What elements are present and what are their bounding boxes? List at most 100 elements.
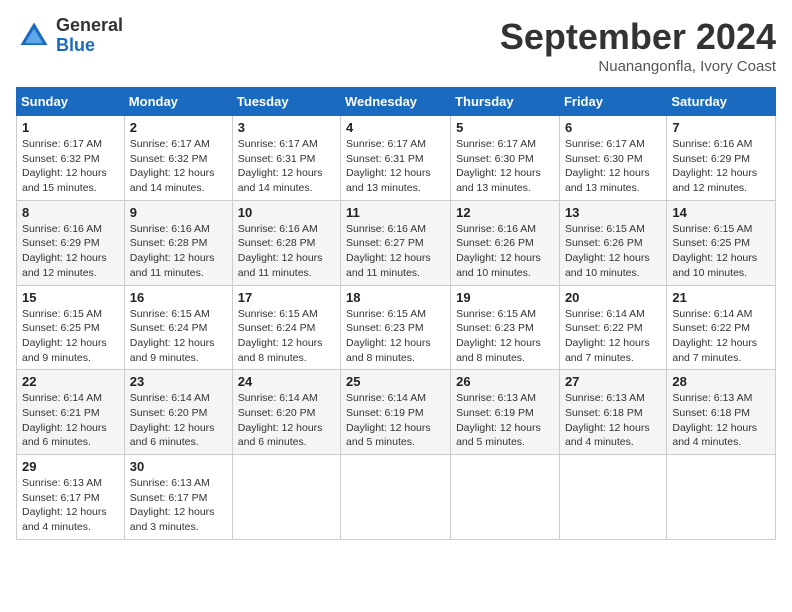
calendar-cell: 15Sunrise: 6:15 AMSunset: 6:25 PMDayligh… <box>17 285 125 370</box>
calendar-week-row: 1 Sunrise: 6:17 AMSunset: 6:32 PMDaylight… <box>17 116 776 201</box>
calendar-cell <box>559 455 666 540</box>
day-info: Sunrise: 6:13 AMSunset: 6:17 PMDaylight:… <box>130 476 227 535</box>
calendar-cell: 7Sunrise: 6:16 AMSunset: 6:29 PMDaylight… <box>667 116 776 201</box>
day-number: 11 <box>346 205 445 220</box>
calendar-cell: 21 Sunrise: 6:14 AMSunset: 6:22 PMDayligh… <box>667 285 776 370</box>
calendar-table: SundayMondayTuesdayWednesdayThursdayFrid… <box>16 87 776 540</box>
calendar-header-saturday: Saturday <box>667 88 776 116</box>
calendar-cell: 10 Sunrise: 6:16 AMSunset: 6:28 PMDayligh… <box>232 200 340 285</box>
calendar-cell: 17 Sunrise: 6:15 AMSunset: 6:24 PMDayligh… <box>232 285 340 370</box>
calendar-cell: 2 Sunrise: 6:17 AMSunset: 6:32 PMDaylight… <box>124 116 232 201</box>
location: Nuanangonfla, Ivory Coast <box>500 58 776 75</box>
calendar-header-sunday: Sunday <box>17 88 125 116</box>
day-number: 18 <box>346 290 445 305</box>
day-info: Sunrise: 6:17 AMSunset: 6:30 PMDaylight:… <box>565 137 661 196</box>
day-number: 28 <box>672 374 770 389</box>
calendar-cell: 20 Sunrise: 6:14 AMSunset: 6:22 PMDayligh… <box>559 285 666 370</box>
calendar-cell: 5Sunrise: 6:17 AMSunset: 6:30 PMDaylight… <box>451 116 560 201</box>
calendar-cell: 1 Sunrise: 6:17 AMSunset: 6:32 PMDaylight… <box>17 116 125 201</box>
day-info: Sunrise: 6:16 AMSunset: 6:29 PMDaylight:… <box>672 137 770 196</box>
day-number: 9 <box>130 205 227 220</box>
calendar-cell <box>232 455 340 540</box>
day-number: 22 <box>22 374 119 389</box>
calendar-header-monday: Monday <box>124 88 232 116</box>
calendar-cell: 19 Sunrise: 6:15 AMSunset: 6:23 PMDayligh… <box>451 285 560 370</box>
day-info: Sunrise: 6:15 AMSunset: 6:23 PMDaylight:… <box>346 307 445 366</box>
day-number: 4 <box>346 120 445 135</box>
calendar-cell <box>341 455 451 540</box>
calendar-week-row: 8Sunrise: 6:16 AMSunset: 6:29 PMDaylight… <box>17 200 776 285</box>
day-number: 14 <box>672 205 770 220</box>
day-info: Sunrise: 6:17 AMSunset: 6:31 PMDaylight:… <box>238 137 335 196</box>
day-number: 27 <box>565 374 661 389</box>
day-number: 17 <box>238 290 335 305</box>
day-number: 15 <box>22 290 119 305</box>
calendar-cell: 11 Sunrise: 6:16 AMSunset: 6:27 PMDayligh… <box>341 200 451 285</box>
logo: General Blue <box>16 16 123 56</box>
day-number: 10 <box>238 205 335 220</box>
day-info: Sunrise: 6:16 AMSunset: 6:27 PMDaylight:… <box>346 222 445 281</box>
calendar-cell: 14 Sunrise: 6:15 AMSunset: 6:25 PMDayligh… <box>667 200 776 285</box>
day-number: 24 <box>238 374 335 389</box>
day-number: 25 <box>346 374 445 389</box>
calendar-cell: 23Sunrise: 6:14 AMSunset: 6:20 PMDayligh… <box>124 370 232 455</box>
calendar-cell: 30 Sunrise: 6:13 AMSunset: 6:17 PMDayligh… <box>124 455 232 540</box>
day-info: Sunrise: 6:17 AMSunset: 6:32 PMDaylight:… <box>130 137 227 196</box>
day-number: 30 <box>130 459 227 474</box>
day-number: 16 <box>130 290 227 305</box>
day-info: Sunrise: 6:14 AMSunset: 6:20 PMDaylight:… <box>238 391 335 450</box>
calendar-cell: 16 Sunrise: 6:15 AMSunset: 6:24 PMDayligh… <box>124 285 232 370</box>
calendar-cell: 13Sunrise: 6:15 AMSunset: 6:26 PMDayligh… <box>559 200 666 285</box>
day-info: Sunrise: 6:14 AMSunset: 6:22 PMDaylight:… <box>565 307 661 366</box>
day-number: 20 <box>565 290 661 305</box>
calendar-header-friday: Friday <box>559 88 666 116</box>
day-info: Sunrise: 6:14 AMSunset: 6:22 PMDaylight:… <box>672 307 770 366</box>
day-info: Sunrise: 6:17 AMSunset: 6:31 PMDaylight:… <box>346 137 445 196</box>
calendar-cell: 4 Sunrise: 6:17 AMSunset: 6:31 PMDaylight… <box>341 116 451 201</box>
day-number: 2 <box>130 120 227 135</box>
day-number: 26 <box>456 374 554 389</box>
calendar-cell: 8Sunrise: 6:16 AMSunset: 6:29 PMDaylight… <box>17 200 125 285</box>
calendar-cell: 9Sunrise: 6:16 AMSunset: 6:28 PMDaylight… <box>124 200 232 285</box>
page-header: General Blue September 2024 Nuanangonfla… <box>16 16 776 75</box>
day-number: 12 <box>456 205 554 220</box>
day-info: Sunrise: 6:13 AMSunset: 6:19 PMDaylight:… <box>456 391 554 450</box>
calendar-week-row: 22 Sunrise: 6:14 AMSunset: 6:21 PMDayligh… <box>17 370 776 455</box>
day-info: Sunrise: 6:15 AMSunset: 6:26 PMDaylight:… <box>565 222 661 281</box>
calendar-cell: 3Sunrise: 6:17 AMSunset: 6:31 PMDaylight… <box>232 116 340 201</box>
day-info: Sunrise: 6:15 AMSunset: 6:24 PMDaylight:… <box>130 307 227 366</box>
day-info: Sunrise: 6:15 AMSunset: 6:24 PMDaylight:… <box>238 307 335 366</box>
day-info: Sunrise: 6:16 AMSunset: 6:29 PMDaylight:… <box>22 222 119 281</box>
day-info: Sunrise: 6:16 AMSunset: 6:26 PMDaylight:… <box>456 222 554 281</box>
calendar-cell: 18 Sunrise: 6:15 AMSunset: 6:23 PMDayligh… <box>341 285 451 370</box>
calendar-cell: 25Sunrise: 6:14 AMSunset: 6:19 PMDayligh… <box>341 370 451 455</box>
logo-blue: Blue <box>56 36 123 56</box>
day-info: Sunrise: 6:13 AMSunset: 6:18 PMDaylight:… <box>672 391 770 450</box>
day-info: Sunrise: 6:15 AMSunset: 6:25 PMDaylight:… <box>672 222 770 281</box>
day-info: Sunrise: 6:14 AMSunset: 6:21 PMDaylight:… <box>22 391 119 450</box>
calendar-week-row: 29Sunrise: 6:13 AMSunset: 6:17 PMDayligh… <box>17 455 776 540</box>
calendar-cell <box>451 455 560 540</box>
calendar-cell <box>667 455 776 540</box>
day-info: Sunrise: 6:15 AMSunset: 6:23 PMDaylight:… <box>456 307 554 366</box>
calendar-cell: 29Sunrise: 6:13 AMSunset: 6:17 PMDayligh… <box>17 455 125 540</box>
calendar-cell: 6 Sunrise: 6:17 AMSunset: 6:30 PMDaylight… <box>559 116 666 201</box>
calendar-cell: 27 Sunrise: 6:13 AMSunset: 6:18 PMDayligh… <box>559 370 666 455</box>
calendar-header-tuesday: Tuesday <box>232 88 340 116</box>
logo-general: General <box>56 16 123 36</box>
day-number: 23 <box>130 374 227 389</box>
day-info: Sunrise: 6:13 AMSunset: 6:18 PMDaylight:… <box>565 391 661 450</box>
day-info: Sunrise: 6:17 AMSunset: 6:30 PMDaylight:… <box>456 137 554 196</box>
day-number: 6 <box>565 120 661 135</box>
calendar-cell: 22 Sunrise: 6:14 AMSunset: 6:21 PMDayligh… <box>17 370 125 455</box>
day-number: 1 <box>22 120 119 135</box>
day-info: Sunrise: 6:17 AMSunset: 6:32 PMDaylight:… <box>22 137 119 196</box>
logo-icon <box>16 18 52 54</box>
day-number: 19 <box>456 290 554 305</box>
day-number: 21 <box>672 290 770 305</box>
day-info: Sunrise: 6:16 AMSunset: 6:28 PMDaylight:… <box>238 222 335 281</box>
calendar-header-row: SundayMondayTuesdayWednesdayThursdayFrid… <box>17 88 776 116</box>
calendar-cell: 28 Sunrise: 6:13 AMSunset: 6:18 PMDayligh… <box>667 370 776 455</box>
month-title: September 2024 <box>500 16 776 58</box>
title-section: September 2024 Nuanangonfla, Ivory Coast <box>500 16 776 75</box>
